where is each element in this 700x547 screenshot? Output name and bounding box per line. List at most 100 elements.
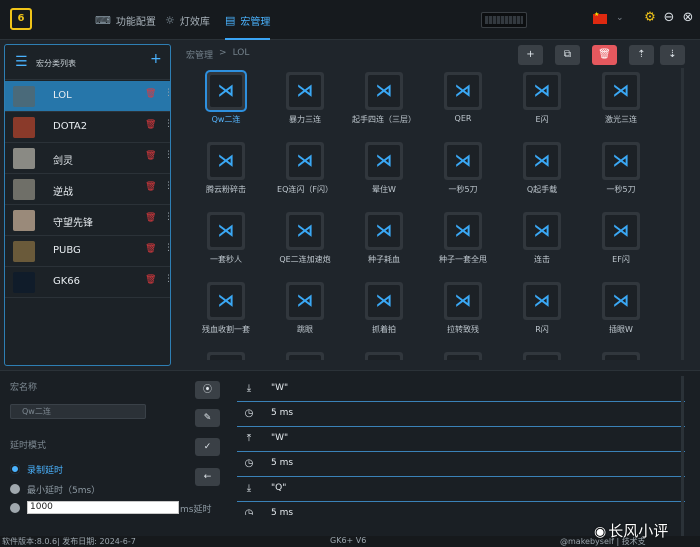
confirm-button[interactable]: ✓ [195,438,220,456]
macro-card[interactable]: ⋊ 起手四连（三层） [352,68,416,130]
macro-card[interactable]: ⋊ 跳眼 [275,278,335,340]
dots-icon[interactable]: ⋮ [164,274,173,284]
macro-card[interactable]: ⋊ 晕住W [354,138,414,200]
macro-icon: ⋊ [444,142,482,180]
macro-glyph-icon: ⋊ [612,221,630,241]
trash-icon[interactable]: 🗑 [145,213,156,223]
macro-icon: ⋊ [365,142,403,180]
record-delay-radio[interactable] [10,464,20,474]
macro-card[interactable]: ⋊ 插眼W [591,278,651,340]
trash-icon[interactable]: 🗑 [145,151,156,161]
sidebar-item-game[interactable]: DOTA2 🗑 ⋮ [5,112,173,143]
grid-scrollbar[interactable] [681,68,684,360]
macro-card[interactable]: ⋊ 抓着拍 [354,278,414,340]
macro-step-row[interactable]: ◷ 5 ms [237,452,685,477]
trash-icon[interactable]: 🗑 [145,182,156,192]
settings-gear-icon[interactable]: ⚙ [642,10,658,26]
dots-icon[interactable]: ⋮ [164,150,173,160]
device-model: GK6+ V6 [330,536,367,545]
delete-macro-button[interactable]: 🗑 [592,45,617,65]
keyboard-device-image[interactable] [481,12,527,28]
macro-card[interactable] [512,348,572,360]
macro-glyph-icon: ⋊ [296,81,314,101]
sidebar-item-game[interactable]: 守望先锋 🗑 ⋮ [5,205,173,236]
macro-label: EQ连闪（F闪） [277,185,333,194]
game-name: 守望先锋 [53,218,93,229]
custom-delay-radio[interactable] [10,503,20,513]
steps-scrollbar[interactable] [681,376,684,536]
export-macro-button[interactable]: ⇡ [629,45,654,65]
macro-label: 晕住W [372,185,396,194]
macro-step-row[interactable]: ◷ 5 ms [237,502,685,515]
dots-icon[interactable]: ⋮ [164,88,173,98]
minimize-button[interactable]: ⊖ [661,10,677,26]
macro-step-row[interactable]: ◷ 5 ms [237,402,685,427]
sidebar-item-game[interactable]: GK66 🗑 ⋮ [5,267,173,298]
macro-step-row[interactable]: ⤒ "W" [237,427,685,452]
macro-card[interactable]: ⋊ 一秒5刀 [433,138,493,200]
dots-icon[interactable]: ⋮ [164,181,173,191]
macro-card[interactable]: ⋊ QE二连加速炮 [275,208,335,270]
macro-card[interactable]: ⋊ 残血收割一套 [196,278,256,340]
macro-card[interactable]: ⋊ 一秒5刀 [591,138,651,200]
macro-card[interactable]: ⋊ 种子一套全甩 [433,208,493,270]
macro-card[interactable] [433,348,493,360]
dots-icon[interactable]: ⋮ [164,119,173,129]
macro-step-row[interactable]: ⤓ "Q" [237,477,685,502]
macro-card[interactable]: ⋊ Q起手载 [512,138,572,200]
macro-card[interactable]: ⋊ R闪 [512,278,572,340]
tab-macro-manager[interactable]: ▤ 宏管理 [225,0,271,40]
macro-card[interactable] [196,348,256,360]
sidebar-item-game[interactable]: 剑灵 🗑 ⋮ [5,143,173,174]
delay-mode-label: 延时模式 [10,441,47,451]
edit-button[interactable]: ✎ [195,409,220,427]
min-delay-radio[interactable] [10,484,20,494]
close-button[interactable]: ⊗ [680,10,696,26]
trash-icon[interactable]: 🗑 [145,275,156,285]
sidebar-item-game[interactable]: 逆战 🗑 ⋮ [5,174,173,205]
macro-step-row[interactable]: ⤓ "W" [237,377,685,402]
dots-icon[interactable]: ⋮ [164,212,173,222]
macro-card[interactable]: ⋊ EF闪 [591,208,651,270]
macro-card[interactable]: ⋊ Qw二连 [196,68,256,130]
china-flag-icon[interactable] [593,11,607,24]
sidebar-item-game[interactable]: LOL 🗑 ⋮ [5,81,173,112]
macro-card[interactable] [591,348,651,360]
macro-card[interactable] [275,348,335,360]
top-bar: 6 ⌨ 功能配置 ☼ 灯效库 ▤ 宏管理 ⌄ ⚙ ⊖ ⊗ [0,0,700,40]
macro-card[interactable]: ⋊ 拉转致残 [433,278,493,340]
record-button[interactable]: ⦿ [195,381,220,399]
import-macro-button[interactable]: ⇣ [660,45,685,65]
macro-glyph-icon: ⋊ [612,81,630,101]
macro-glyph-icon: ⋊ [454,151,472,171]
macro-card[interactable]: ⋊ EQ连闪（F闪） [275,138,335,200]
macro-card[interactable]: ⋊ 激光三连 [591,68,651,130]
macro-glyph-icon: ⋊ [375,151,393,171]
dots-icon[interactable]: ⋮ [164,243,173,253]
sidebar-item-game[interactable]: PUBG 🗑 ⋮ [5,236,173,267]
copy-macro-button[interactable]: ⧉ [555,45,580,65]
macro-card[interactable]: ⋊ 腾云粉碎击 [196,138,256,200]
tab-lighting-library[interactable]: ☼ 灯效库 [165,0,210,40]
macro-card[interactable] [354,348,414,360]
trash-icon[interactable]: 🗑 [145,89,156,99]
macro-step-list: ⤓ "W" ◷ 5 ms ⤒ "W" ◷ 5 ms ⤓ "Q" ◷ 5 ms [237,377,685,515]
macro-card[interactable]: ⋊ QER [433,68,493,130]
macro-card[interactable]: ⋊ 种子耗血 [354,208,414,270]
add-macro-button[interactable]: + [518,45,543,65]
add-category-button[interactable]: + [150,51,162,67]
back-button[interactable]: ← [195,468,220,486]
macro-card[interactable]: ⋊ 暴力三连 [275,68,335,130]
trash-icon[interactable]: 🗑 [145,244,156,254]
game-thumbnail [13,86,35,107]
macro-card[interactable]: ⋊ 一套秒人 [196,208,256,270]
macro-card[interactable]: ⋊ 连击 [512,208,572,270]
macro-card[interactable]: ⋊ E闪 [512,68,572,130]
custom-delay-input[interactable]: 1000 [27,501,179,514]
tab-label: 功能配置 [115,16,156,28]
breadcrumb-root[interactable]: 宏管理 [186,48,213,61]
trash-icon[interactable]: 🗑 [145,120,156,130]
chevron-down-icon[interactable]: ⌄ [616,13,624,23]
tab-function-config[interactable]: ⌨ 功能配置 [95,0,156,40]
macro-name-input[interactable]: Qw二连 [10,404,146,419]
